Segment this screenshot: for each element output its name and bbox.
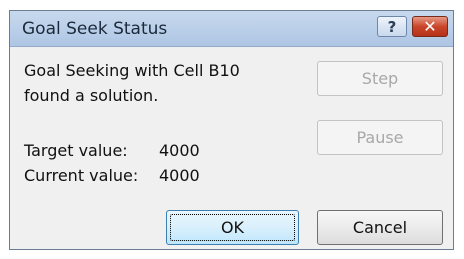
- help-icon: ?: [387, 17, 397, 36]
- cancel-button-label: Cancel: [352, 218, 408, 237]
- help-button[interactable]: ?: [377, 16, 407, 37]
- target-value: 4000: [159, 141, 200, 160]
- current-value-row: Current value: 4000: [24, 166, 200, 185]
- target-value-label: Target value:: [24, 141, 128, 160]
- step-button[interactable]: Step: [317, 61, 443, 96]
- dialog-title: Goal Seek Status: [22, 19, 168, 39]
- cancel-button[interactable]: Cancel: [317, 210, 443, 245]
- status-line-2: found a solution.: [24, 86, 159, 105]
- ok-button[interactable]: OK: [166, 210, 299, 245]
- close-icon: ✕: [423, 17, 437, 36]
- pause-button[interactable]: Pause: [317, 120, 443, 155]
- status-line-1: Goal Seeking with Cell B10: [24, 61, 240, 80]
- pause-button-label: Pause: [356, 128, 404, 147]
- focus-rectangle: [170, 214, 295, 241]
- status-message: Goal Seeking with Cell B10 found a solut…: [24, 58, 294, 108]
- current-value-label: Current value:: [24, 166, 139, 185]
- close-button[interactable]: ✕: [412, 16, 448, 37]
- target-value-row: Target value: 4000: [24, 141, 200, 160]
- current-value: 4000: [159, 166, 200, 185]
- goal-seek-status-dialog: Goal Seek Status ? ✕ Goal Seeking with C…: [9, 10, 454, 250]
- title-bar[interactable]: Goal Seek Status ? ✕: [10, 11, 453, 47]
- step-button-label: Step: [361, 69, 399, 88]
